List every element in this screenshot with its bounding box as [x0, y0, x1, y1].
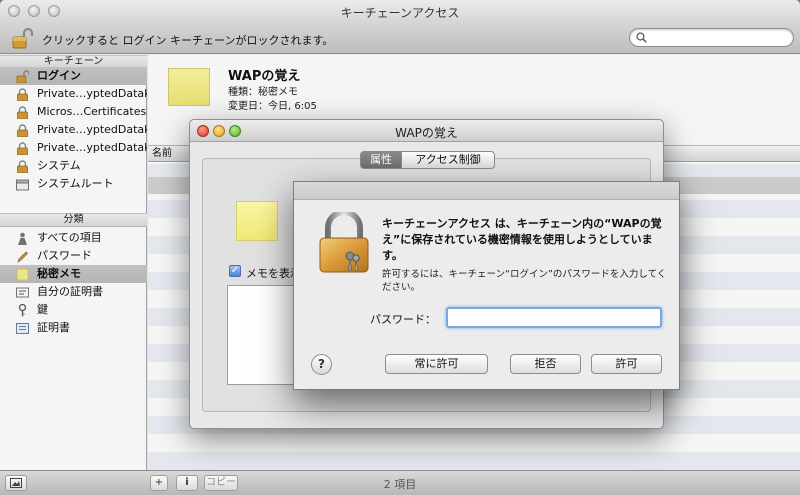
- search-input[interactable]: [650, 30, 788, 45]
- password-label: パスワード：: [370, 313, 436, 326]
- item-window-title: WAPの覚え: [395, 126, 458, 140]
- lock-open-icon[interactable]: [12, 28, 34, 50]
- padlock-keys-icon: [319, 212, 369, 273]
- show-memo-checkbox[interactable]: ✓: [229, 265, 241, 277]
- password-dialog: キーチェーンアクセス は、キーチェーン内の“WAPの覚え”に保存されている機密情…: [293, 181, 680, 390]
- search-icon: [636, 32, 647, 43]
- help-button[interactable]: ?: [311, 354, 332, 375]
- tab-access-control[interactable]: アクセス制御: [401, 151, 495, 169]
- tab-attributes[interactable]: 属性: [360, 151, 402, 169]
- search-field[interactable]: [629, 28, 794, 47]
- item-window-titlebar: WAPの覚え: [190, 120, 663, 142]
- allow-button[interactable]: 許可: [591, 354, 662, 374]
- dialog-submessage: 許可するには、キーチェーン“ログイン”のパスワードを入力してください。: [382, 269, 667, 293]
- lock-message: クリックすると ログイン キーチェーンがロックされます。: [42, 34, 334, 47]
- deny-button[interactable]: 拒否: [510, 354, 581, 374]
- toolbar: クリックすると ログイン キーチェーンがロックされます。: [0, 22, 800, 54]
- item-count: 2 項目: [383, 478, 417, 491]
- dialog-titlebar: [294, 182, 679, 200]
- always-allow-button[interactable]: 常に許可: [385, 354, 488, 374]
- note-icon: [236, 201, 278, 241]
- password-field[interactable]: [446, 307, 662, 328]
- bottom-bar: + i コピー 2 項目: [0, 470, 800, 495]
- dialog-message: キーチェーンアクセス は、キーチェーン内の“WAPの覚え”に保存されている機密情…: [382, 217, 662, 262]
- title-bar: キーチェーンアクセス: [0, 0, 800, 22]
- window-title: キーチェーンアクセス: [340, 6, 460, 20]
